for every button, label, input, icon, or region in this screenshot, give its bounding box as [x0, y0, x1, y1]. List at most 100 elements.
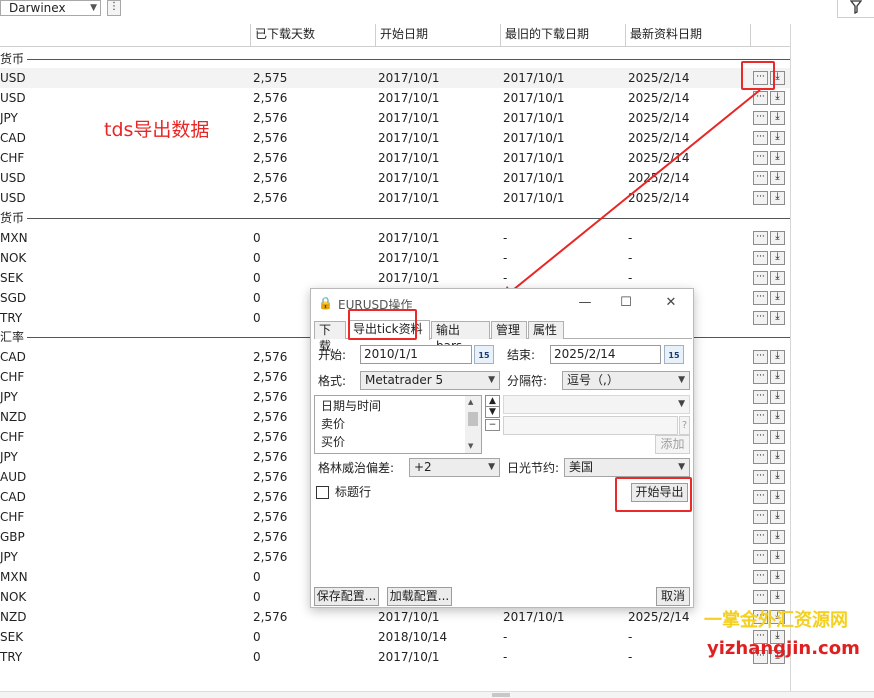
more-options-button[interactable]: ···	[753, 171, 768, 185]
separator-select[interactable]: 逗号（,） ▼	[562, 371, 690, 390]
col-days-header[interactable]: 已下载天数	[250, 24, 375, 46]
download-icon[interactable]: ⤓	[770, 171, 785, 185]
help-button[interactable]: ?	[679, 416, 690, 435]
table-row[interactable]: SEK 0 2017/10/1 - - ··· ⤓	[0, 268, 790, 288]
download-icon[interactable]: ⤓	[770, 111, 785, 125]
calendar-icon[interactable]: 15	[474, 345, 494, 364]
more-options-button[interactable]: ···	[753, 91, 768, 105]
more-options-button[interactable]: ···	[753, 470, 768, 484]
download-icon[interactable]: ⤓	[770, 231, 785, 245]
download-icon[interactable]: ⤓	[770, 91, 785, 105]
cancel-button[interactable]: 取消	[656, 587, 690, 606]
maximize-icon[interactable]: ☐	[614, 293, 638, 313]
tab-manage[interactable]: 管理	[491, 321, 527, 339]
col-oldest-header[interactable]: 最旧的下载日期	[500, 24, 625, 46]
more-options-button[interactable]: ···	[753, 111, 768, 125]
more-options-button[interactable]: ···	[753, 510, 768, 524]
table-row[interactable]: SEK 0 2018/10/14- - ··· ⤓	[0, 627, 790, 647]
minimize-icon[interactable]: —	[573, 293, 597, 313]
scroll-thumb[interactable]	[492, 693, 510, 697]
more-options-button[interactable]: ···	[753, 131, 768, 145]
table-row[interactable]: USD 2,575 2017/10/1 2017/10/1 2025/2/14 ··· ⤓	[0, 68, 790, 88]
calendar-icon[interactable]: 15	[664, 345, 684, 364]
table-row[interactable]: TRY 0 2017/10/1- - ··· ⤓	[0, 647, 790, 667]
download-icon[interactable]: ⤓	[770, 291, 785, 305]
field-list[interactable]: 日期与时间 卖价 买价 ▲ ▼	[314, 395, 482, 454]
header-row-checkbox[interactable]	[316, 486, 329, 499]
add-button[interactable]: 添加	[655, 435, 690, 454]
download-icon[interactable]: ⤓	[770, 470, 785, 484]
save-config-button[interactable]: 保存配置...	[314, 587, 379, 606]
download-icon[interactable]: ⤓	[770, 390, 785, 404]
more-options-button[interactable]: ···	[753, 191, 768, 205]
more-options-button[interactable]: ···	[753, 550, 768, 564]
more-options-button[interactable]: ···	[753, 370, 768, 384]
table-row[interactable]: CHF 2,576 2017/10/1 2017/10/1 2025/2/14 ··· ⤓	[0, 148, 790, 168]
download-icon[interactable]: ⤓	[770, 430, 785, 444]
download-icon[interactable]: ⤓	[770, 510, 785, 524]
toolbar-more-button[interactable]: ⋮	[107, 0, 121, 16]
more-options-button[interactable]: ···	[753, 410, 768, 424]
close-icon[interactable]: ✕	[659, 293, 683, 313]
broker-select[interactable]: Darwinex ▼	[0, 0, 101, 16]
format-select[interactable]: Metatrader 5 ▼	[360, 371, 500, 390]
more-options-button[interactable]: ···	[753, 530, 768, 544]
more-options-button[interactable]: ···	[753, 231, 768, 245]
scroll-down-icon[interactable]: ▼	[468, 442, 473, 450]
download-icon[interactable]: ⤓	[770, 530, 785, 544]
start-date-input[interactable]: 2010/1/1	[360, 345, 472, 364]
scroll-up-icon[interactable]: ▲	[468, 398, 473, 406]
download-icon[interactable]: ⤓	[770, 251, 785, 265]
list-item[interactable]: 买价	[321, 434, 345, 450]
more-options-button[interactable]: ···	[753, 430, 768, 444]
download-icon[interactable]: ⤓	[770, 550, 785, 564]
list-item[interactable]: 卖价	[321, 416, 345, 432]
download-icon[interactable]: ⤓	[770, 490, 785, 504]
scroll-thumb[interactable]	[468, 412, 478, 426]
end-date-input[interactable]: 2025/2/14	[550, 345, 661, 364]
table-row[interactable]: NZD 2,576 2017/10/1 2017/10/1 2025/2/14 ··· ⤓	[0, 607, 790, 627]
col-newest-header[interactable]: 最新资料日期	[625, 24, 750, 46]
field-select[interactable]: ▼	[503, 395, 690, 414]
table-row[interactable]: NOK 0 2017/10/1 - - ···⤓	[0, 248, 790, 268]
more-options-button[interactable]: ···	[753, 251, 768, 265]
more-options-button[interactable]: ···	[753, 490, 768, 504]
dst-select[interactable]: 美国 ▼	[564, 458, 690, 477]
tab-properties[interactable]: 属性	[528, 321, 564, 339]
horizontal-scrollbar[interactable]	[0, 691, 874, 698]
more-options-button[interactable]: ···	[753, 311, 768, 325]
field-input[interactable]	[503, 416, 678, 435]
gmt-offset-select[interactable]: +2 ▼	[409, 458, 500, 477]
filter-icon[interactable]	[837, 0, 874, 18]
tab-download[interactable]: 下载	[314, 321, 346, 353]
list-item[interactable]: 日期与时间	[321, 398, 381, 414]
more-options-button[interactable]: ···	[753, 590, 768, 604]
more-options-button[interactable]: ···	[753, 350, 768, 364]
table-row[interactable]: USD 2,576 2017/10/1 2017/10/1 2025/2/14 ··· ⤓	[0, 188, 790, 208]
download-icon[interactable]: ⤓	[770, 151, 785, 165]
download-icon[interactable]: ⤓	[770, 271, 785, 285]
more-options-button[interactable]: ···	[753, 390, 768, 404]
download-icon[interactable]: ⤓	[770, 450, 785, 464]
table-row[interactable]: USD 2,576 2017/10/1 2017/10/1 2025/2/14 ··· ⤓	[0, 168, 790, 188]
download-icon[interactable]: ⤓	[770, 350, 785, 364]
move-down-icon[interactable]: ▼	[485, 406, 500, 418]
table-row[interactable]: MXN 0 2017/10/1 - - ··· ⤓	[0, 228, 790, 248]
download-icon[interactable]: ⤓	[770, 410, 785, 424]
download-icon[interactable]: ⤓	[770, 191, 785, 205]
download-icon[interactable]: ⤓	[770, 131, 785, 145]
download-icon[interactable]: ⤓	[770, 311, 785, 325]
download-icon[interactable]: ⤓	[770, 570, 785, 584]
table-row[interactable]: USD 2,576 2017/10/1 2017/10/1 2025/2/14 ··· ⤓	[0, 88, 790, 108]
more-options-button[interactable]: ···	[753, 291, 768, 305]
tab-export-bars[interactable]: 输出bars	[431, 321, 490, 353]
download-icon[interactable]: ⤓	[770, 590, 785, 604]
list-scrollbar[interactable]: ▲ ▼	[465, 396, 481, 453]
more-options-button[interactable]: ···	[753, 570, 768, 584]
more-options-button[interactable]: ···	[753, 271, 768, 285]
more-options-button[interactable]: ···	[753, 450, 768, 464]
download-icon[interactable]: ⤓	[770, 370, 785, 384]
more-options-button[interactable]: ···	[753, 151, 768, 165]
col-start-header[interactable]: 开始日期	[375, 24, 500, 46]
remove-icon[interactable]: −	[485, 419, 500, 431]
